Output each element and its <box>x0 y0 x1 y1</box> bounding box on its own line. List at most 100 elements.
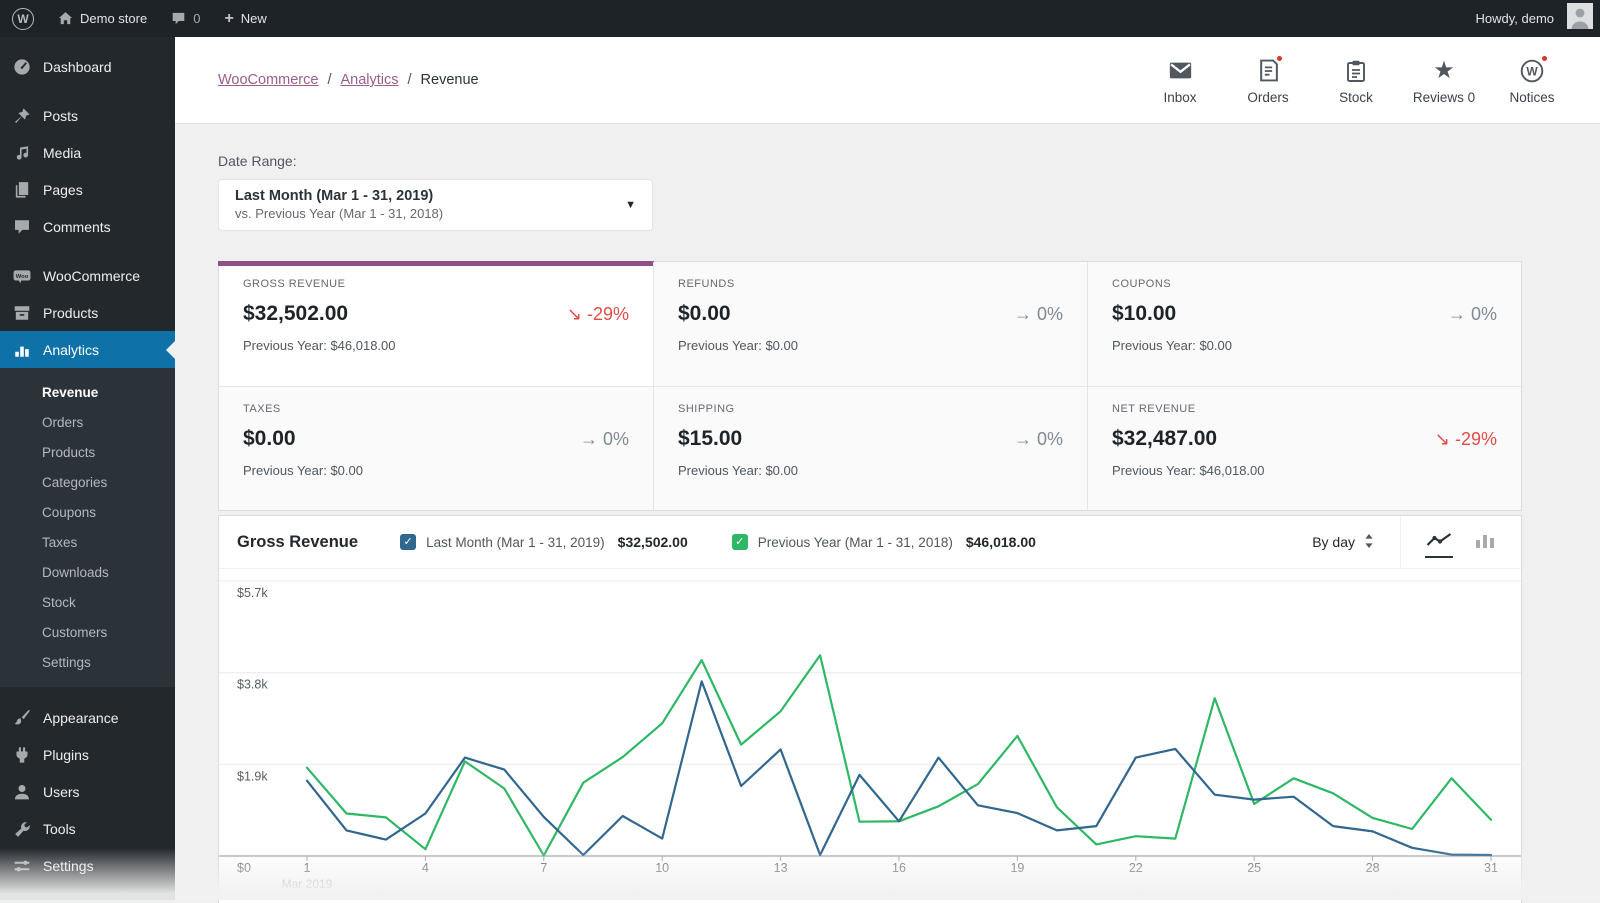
card-delta: → 0% <box>1014 304 1063 325</box>
svg-text:$3.8k: $3.8k <box>237 678 268 692</box>
tab-label: Stock <box>1339 90 1373 105</box>
sidebar-item-products[interactable]: Products <box>0 294 175 331</box>
checkbox-checked-icon[interactable]: ✓ <box>400 534 416 550</box>
legend-item-last-month[interactable]: ✓ Last Month (Mar 1 - 31, 2019) $32,502.… <box>400 534 688 550</box>
breadcrumb-separator: / <box>327 72 331 88</box>
breadcrumb-separator: / <box>408 72 412 88</box>
line-chart-button[interactable] <box>1425 527 1453 558</box>
menu-separator <box>0 687 175 699</box>
sliders-icon <box>11 857 33 875</box>
revenue-chart-panel: Gross Revenue ✓ Last Month (Mar 1 - 31, … <box>218 515 1522 903</box>
interval-select[interactable]: By day <box>1286 533 1400 552</box>
revenue-line-chart: $0$1.9k$3.8k$5.7k1471013161922252831Mar … <box>219 569 1521 903</box>
tab-notices[interactable]: W Notices <box>1488 55 1576 105</box>
sidebar-item-plugins[interactable]: Plugins <box>0 736 175 773</box>
svg-text:25: 25 <box>1247 861 1261 875</box>
card-previous: Previous Year: $0.00 <box>243 463 629 478</box>
woocommerce-icon: Woo <box>11 267 33 285</box>
sidebar-item-tools[interactable]: Tools <box>0 810 175 847</box>
sidebar-item-label: Dashboard <box>43 59 112 75</box>
sidebar-item-posts[interactable]: Posts <box>0 97 175 134</box>
tab-stock[interactable]: Stock <box>1312 55 1400 105</box>
submenu-item-taxes[interactable]: Taxes <box>0 527 175 557</box>
submenu-item-coupons[interactable]: Coupons <box>0 497 175 527</box>
submenu-item-settings[interactable]: Settings <box>0 647 175 677</box>
svg-text:10: 10 <box>655 861 669 875</box>
summary-card-net-revenue[interactable]: NET REVENUE $32,487.00 ↘ -29% Previous Y… <box>1087 386 1521 510</box>
sidebar-item-label: Comments <box>43 219 111 235</box>
chart-title: Gross Revenue <box>237 533 358 552</box>
new-content-menu[interactable]: + New <box>212 0 278 37</box>
sidebar-item-label: Pages <box>43 182 83 198</box>
chart-legend: ✓ Last Month (Mar 1 - 31, 2019) $32,502.… <box>400 534 1036 550</box>
submenu-item-orders[interactable]: Orders <box>0 407 175 437</box>
avatar[interactable] <box>1567 3 1593 34</box>
submenu-item-categories[interactable]: Categories <box>0 467 175 497</box>
sidebar-item-comments[interactable]: Comments <box>0 208 175 245</box>
legend-label: Previous Year (Mar 1 - 31, 2018) <box>758 535 953 550</box>
bar-chart-button[interactable] <box>1473 527 1497 558</box>
site-name-link[interactable]: Demo store <box>46 0 159 37</box>
card-value: $0.00 <box>678 302 731 326</box>
site-name: Demo store <box>80 11 147 26</box>
sidebar-item-pages[interactable]: Pages <box>0 171 175 208</box>
tab-label: Orders <box>1247 90 1288 105</box>
plus-icon: + <box>224 10 233 28</box>
legend-item-previous-year[interactable]: ✓ Previous Year (Mar 1 - 31, 2018) $46,0… <box>732 534 1036 550</box>
submenu-item-stock[interactable]: Stock <box>0 587 175 617</box>
menu-separator <box>0 85 175 97</box>
summary-card-shipping[interactable]: SHIPPING $15.00 → 0% Previous Year: $0.0… <box>653 386 1087 510</box>
sidebar-item-dashboard[interactable]: Dashboard <box>0 48 175 85</box>
card-value: $32,502.00 <box>243 302 348 326</box>
svg-text:13: 13 <box>774 861 788 875</box>
summary-card-taxes[interactable]: TAXES $0.00 → 0% Previous Year: $0.00 <box>219 386 653 510</box>
tab-inbox[interactable]: Inbox <box>1136 55 1224 105</box>
card-previous: Previous Year: $46,018.00 <box>243 338 629 353</box>
svg-text:19: 19 <box>1010 861 1024 875</box>
summary-card-coupons[interactable]: COUPONS $10.00 → 0% Previous Year: $0.00 <box>1087 262 1521 386</box>
submenu-item-products[interactable]: Products <box>0 437 175 467</box>
submenu-item-downloads[interactable]: Downloads <box>0 557 175 587</box>
my-account-menu[interactable]: Howdy, demo <box>1463 0 1557 37</box>
breadcrumb-link-analytics[interactable]: Analytics <box>340 72 398 88</box>
sort-updown-icon <box>1364 533 1374 552</box>
chart-type-toggle <box>1401 527 1521 558</box>
wrench-icon <box>11 820 33 838</box>
wordpress-menu[interactable]: W <box>0 0 46 37</box>
trend-flat-icon: → <box>580 429 598 449</box>
sidebar-item-appearance[interactable]: Appearance <box>0 699 175 736</box>
svg-text:Woo: Woo <box>16 274 29 280</box>
sidebar-item-users[interactable]: Users <box>0 773 175 810</box>
date-range-select[interactable]: Last Month (Mar 1 - 31, 2019) vs. Previo… <box>218 179 653 231</box>
sidebar-item-label: Appearance <box>43 710 119 726</box>
unread-badge <box>1275 54 1284 63</box>
sidebar-item-woocommerce[interactable]: Woo WooCommerce <box>0 257 175 294</box>
activity-panel: Inbox Orders Stock ★ Reviews 0 W Notices <box>1136 55 1576 105</box>
submenu-item-customers[interactable]: Customers <box>0 617 175 647</box>
comment-icon <box>171 11 186 26</box>
wordpress-icon: W <box>1520 58 1544 83</box>
home-icon <box>58 11 73 26</box>
submenu-item-revenue[interactable]: Revenue <box>0 377 175 407</box>
comments-shortcut[interactable]: 0 <box>159 0 212 37</box>
legend-label: Last Month (Mar 1 - 31, 2019) <box>426 535 605 550</box>
sidebar-item-settings[interactable]: Settings <box>0 847 175 884</box>
checkbox-checked-icon[interactable]: ✓ <box>732 534 748 550</box>
summary-card-refunds[interactable]: REFUNDS $0.00 → 0% Previous Year: $0.00 <box>653 262 1087 386</box>
breadcrumb-link-woocommerce[interactable]: WooCommerce <box>218 72 318 88</box>
sidebar-item-media[interactable]: Media <box>0 134 175 171</box>
tab-label: Inbox <box>1163 90 1196 105</box>
summary-card-gross-revenue[interactable]: GROSS REVENUE $32,502.00 ↘ -29% Previous… <box>219 262 653 386</box>
tab-orders[interactable]: Orders <box>1224 55 1312 105</box>
media-icon <box>11 144 33 162</box>
tab-reviews[interactable]: ★ Reviews 0 <box>1400 55 1488 105</box>
svg-text:$1.9k: $1.9k <box>237 769 268 783</box>
svg-text:31: 31 <box>1484 861 1498 875</box>
sidebar-item-label: Products <box>43 305 98 321</box>
new-label: New <box>241 11 267 26</box>
analytics-submenu: Revenue Orders Products Categories Coupo… <box>0 368 175 687</box>
sidebar-item-label: Settings <box>43 858 94 874</box>
admin-sidebar: Dashboard Posts Media Pages Comments <box>0 37 175 900</box>
sidebar-item-analytics[interactable]: Analytics <box>0 331 175 368</box>
card-label: COUPONS <box>1112 278 1497 290</box>
